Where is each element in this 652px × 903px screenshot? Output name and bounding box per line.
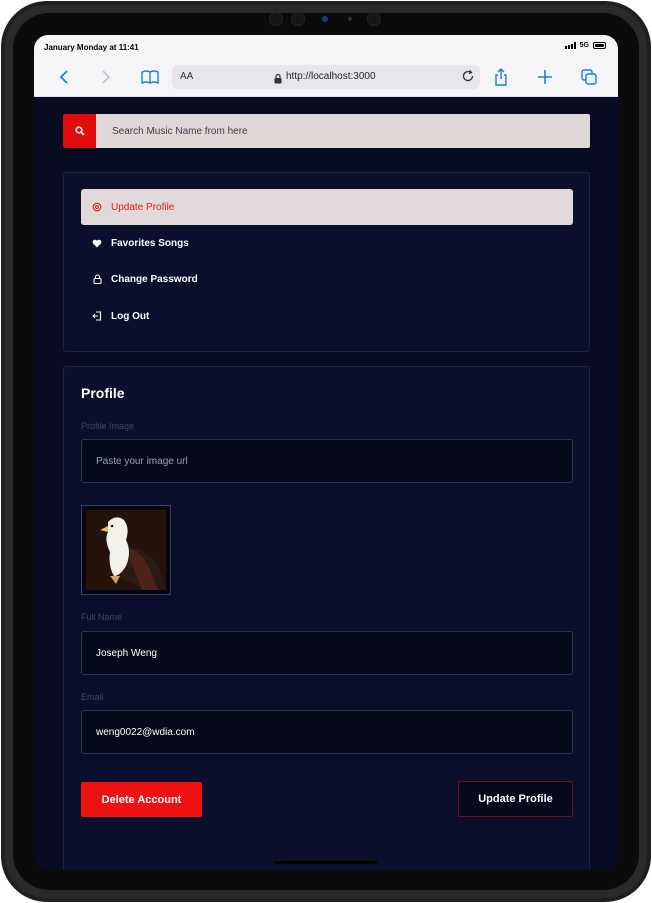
back-icon[interactable]: [53, 66, 75, 88]
avatar: [81, 505, 171, 595]
menu-item-log-out[interactable]: Log Out: [81, 298, 573, 334]
profile-menu: Update Profile Favorites Songs Change Pa…: [63, 172, 590, 352]
profile-image-url-input[interactable]: [81, 439, 573, 483]
reload-icon[interactable]: [460, 68, 476, 89]
home-indicator[interactable]: [275, 861, 377, 864]
email-label: Email: [81, 692, 104, 702]
address-bar[interactable]: AA http://localhost:3000: [172, 65, 480, 89]
tabs-icon[interactable]: [578, 66, 600, 88]
menu-item-label: Log Out: [111, 310, 150, 322]
status-indicators: 5G: [564, 42, 606, 49]
screen: January Monday at 11:41 5G AA http://loc…: [34, 35, 618, 870]
signal-icon: [564, 42, 576, 49]
status-bar: January Monday at 11:41 5G: [34, 35, 618, 57]
update-profile-button[interactable]: Update Profile: [458, 781, 573, 817]
eagle-photo: [86, 510, 166, 590]
profile-image-label: Profile Image: [81, 421, 135, 431]
new-tab-icon[interactable]: [534, 66, 556, 88]
search-icon: [74, 126, 85, 136]
menu-item-favorites-songs[interactable]: Favorites Songs: [81, 225, 573, 261]
forward-icon[interactable]: [95, 66, 117, 88]
settings-icon: [91, 201, 103, 213]
menu-item-label: Change Password: [111, 273, 198, 285]
delete-account-button[interactable]: Delete Account: [81, 782, 202, 817]
camera-bar: [269, 12, 385, 28]
browser-toolbar: AA http://localhost:3000: [34, 57, 618, 97]
status-time: January Monday at 11:41: [44, 43, 139, 52]
share-icon[interactable]: [490, 66, 512, 88]
menu-item-label: Update Profile: [111, 201, 175, 213]
full-name-label: Full Name: [81, 612, 123, 622]
email-input[interactable]: [81, 710, 573, 754]
heart-icon: [91, 237, 103, 249]
search-input[interactable]: [96, 114, 590, 148]
url-text: http://localhost:3000: [286, 71, 376, 82]
lock-icon: [274, 71, 282, 89]
network-label: 5G: [579, 42, 589, 49]
menu-item-update-profile[interactable]: Update Profile: [81, 189, 573, 225]
battery-icon: [593, 42, 606, 49]
profile-form: Profile Profile Image Full Name Email: [63, 366, 590, 870]
menu-item-label: Favorites Songs: [111, 237, 189, 249]
logout-icon: [91, 310, 103, 322]
full-name-input[interactable]: [81, 631, 573, 675]
bookmarks-icon[interactable]: [139, 66, 161, 88]
search-button[interactable]: [63, 114, 96, 148]
menu-item-change-password[interactable]: Change Password: [81, 261, 573, 297]
lock-icon: [91, 273, 103, 285]
app-content: Update Profile Favorites Songs Change Pa…: [34, 97, 618, 870]
text-size-button[interactable]: AA: [180, 71, 193, 82]
search-bar: [63, 114, 590, 148]
profile-title: Profile: [81, 385, 125, 401]
